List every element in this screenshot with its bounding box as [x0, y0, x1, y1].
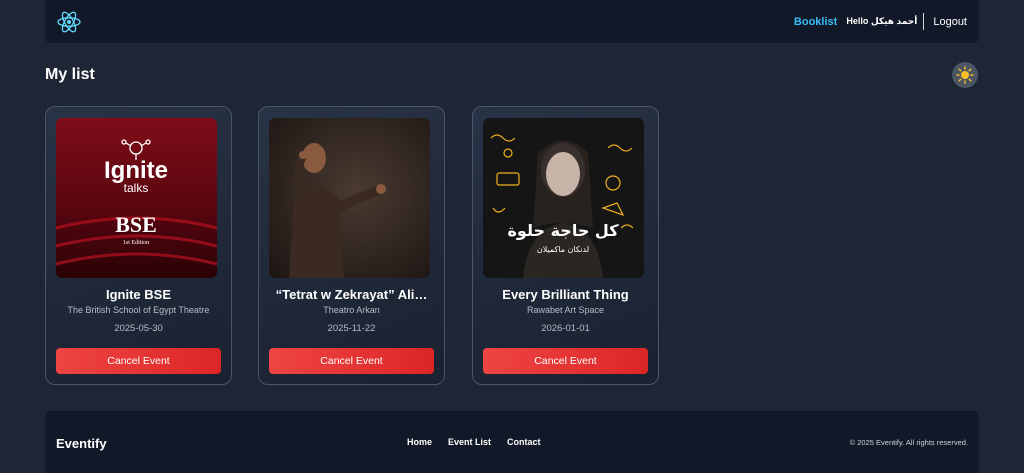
navbar: Booklist Hello أحمد هيكل Logout	[45, 0, 979, 43]
event-title: Every Brilliant Thing	[502, 287, 629, 302]
cancel-event-button[interactable]: Cancel Event	[483, 348, 648, 374]
event-card: كل حاجة حلوة لدنكان ماكميلان Every Brill…	[472, 106, 659, 385]
cancel-event-button[interactable]: Cancel Event	[56, 348, 221, 374]
event-title: “Tetrat w Zekrayat” Ali…	[275, 287, 428, 302]
footer-link-contact[interactable]: Contact	[507, 437, 541, 447]
event-title: Ignite BSE	[105, 287, 171, 302]
event-date: 2025-05-30	[114, 323, 163, 334]
nav-divider	[923, 13, 925, 30]
svg-text:Ignite: Ignite	[104, 157, 168, 184]
react-atom-icon[interactable]	[55, 8, 83, 36]
svg-text:كل حاجة حلوة: كل حاجة حلوة	[507, 221, 619, 240]
theme-toggle-button[interactable]	[952, 62, 978, 88]
event-poster: Ignite talks BSE 1st Edition	[56, 118, 217, 278]
nav-actions: Booklist Hello أحمد هيكل Logout	[794, 13, 967, 30]
event-card: “Tetrat w Zekrayat” Ali… Theatro Arkan 2…	[258, 106, 445, 385]
user-greeting: Hello أحمد هيكل	[846, 16, 918, 26]
booklist-link[interactable]: Booklist	[794, 16, 837, 28]
event-venue: The British School of Egypt Theatre	[67, 305, 210, 315]
event-date: 2025-11-22	[327, 323, 376, 334]
event-card: Ignite talks BSE 1st Edition Ignite BSE …	[45, 106, 232, 385]
footer-links: Home Event List Contact	[407, 437, 541, 447]
cancel-event-button[interactable]: Cancel Event	[269, 348, 434, 374]
copyright-text: © 2025 Eventify. All rights reserved.	[849, 438, 968, 447]
event-venue: Theatro Arkan	[323, 305, 380, 315]
event-poster: كل حاجة حلوة لدنكان ماكميلان	[483, 118, 644, 278]
svg-text:1st Edition: 1st Edition	[123, 240, 149, 246]
event-poster	[269, 118, 430, 278]
logout-button[interactable]: Logout	[933, 16, 967, 28]
event-date: 2026-01-01	[541, 323, 590, 334]
footer-brand[interactable]: Eventify	[56, 436, 107, 451]
event-venue: Rawabet Art Space	[526, 305, 605, 315]
page-title: My list	[45, 66, 95, 83]
svg-text:لدنكان ماكميلان: لدنكان ماكميلان	[537, 245, 589, 254]
sun-icon	[956, 66, 974, 84]
footer-link-home[interactable]: Home	[407, 437, 432, 447]
footer-link-event-list[interactable]: Event List	[448, 437, 491, 447]
footer: Eventify Home Event List Contact © 2025 …	[45, 411, 979, 473]
svg-text:BSE: BSE	[115, 212, 157, 237]
svg-text:talks: talks	[124, 181, 149, 195]
